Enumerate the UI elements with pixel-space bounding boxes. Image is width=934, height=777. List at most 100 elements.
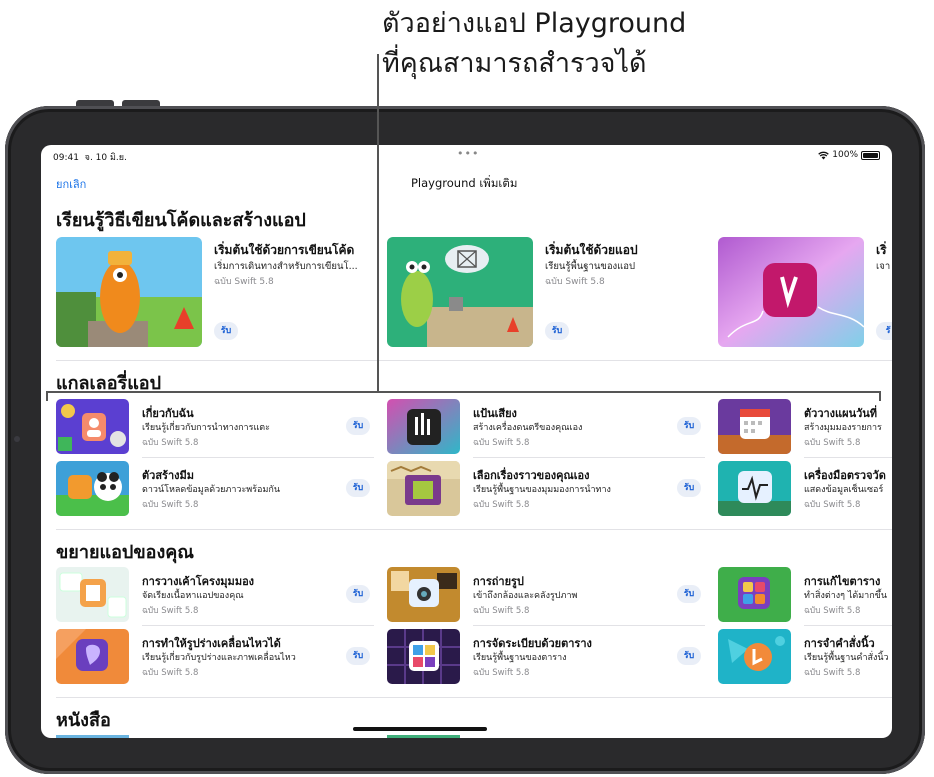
- meme-creator-thumbnail: [56, 461, 129, 516]
- item-subtitle: เริ่มการเดินทางสำหรับการเขียนโ...: [214, 261, 358, 272]
- list-item[interactable]: การถ่ายรูป เข้าถึงกล้องและคลังรูปภาพ ฉบั…: [387, 567, 705, 624]
- cancel-button[interactable]: ยกเลิก: [56, 175, 86, 193]
- item-subtitle: เจา: [876, 261, 891, 272]
- instrument-thumbnail: [718, 461, 791, 516]
- battery-percent: 100%: [832, 150, 858, 160]
- callout-bracket-end: [879, 391, 881, 401]
- item-version: ฉบับ Swift 5.8: [214, 277, 274, 287]
- item-version: ฉบับ Swift 5.8: [142, 606, 199, 616]
- list-item[interactable]: การจำคำสั่งนิ้ว เรียนรู้พื้นฐานคำสั่งนิ้…: [718, 629, 892, 686]
- row-divider: [142, 625, 374, 626]
- item-version: ฉบับ Swift 5.8: [804, 438, 861, 448]
- item-title: เริ่มต้นใช้ด้วยการเขียนโค้ด: [214, 243, 355, 257]
- taking-photos-thumbnail: [387, 567, 460, 622]
- item-version: ฉบับ Swift 5.8: [804, 668, 861, 678]
- item-subtitle: จัดเรียงเนื้อหาแอปของคุณ: [142, 591, 244, 601]
- section-title-books: หนังสือ: [56, 710, 111, 731]
- item-subtitle: เข้าถึงกล้องและคลังรูปภาพ: [473, 591, 578, 601]
- camera-dot: [14, 436, 20, 442]
- item-subtitle: สร้างเครื่องดนตรีของคุณเอง: [473, 423, 583, 433]
- item-title: เริ่: [876, 243, 887, 257]
- get-button[interactable]: รับ: [677, 585, 701, 603]
- list-item[interactable]: แป้นเสียง สร้างเครื่องดนตรีของคุณเอง ฉบั…: [387, 399, 705, 456]
- item-version: ฉบับ Swift 5.8: [473, 438, 530, 448]
- row-divider: [473, 457, 705, 458]
- list-item[interactable]: เกี่ยวกับฉัน เรียนรู้เกี่ยวกับการนำทางกา…: [56, 399, 374, 456]
- item-version: ฉบับ Swift 5.8: [473, 606, 530, 616]
- gestures-thumbnail: [718, 629, 791, 684]
- item-subtitle: เรียนรู้เกี่ยวกับรูปร่างและภาพเคลื่อนไหว: [142, 653, 296, 663]
- item-subtitle: ทำสิ่งต่างๆ ได้มากขึ้น: [804, 591, 887, 601]
- get-button[interactable]: รั: [876, 322, 892, 340]
- list-item[interactable]: การทำให้รูปร่างเคลื่อนไหวได้ เรียนรู้เกี…: [56, 629, 374, 686]
- organizing-grids-thumbnail: [387, 629, 460, 684]
- home-indicator[interactable]: [353, 727, 487, 731]
- get-button[interactable]: รับ: [677, 647, 701, 665]
- callout-bracket-end: [46, 391, 48, 401]
- list-item[interactable]: เครื่องมือตรวจวัด แสดงข้อมูลเซ็นเซอร์ ฉบ…: [718, 461, 892, 518]
- book-thumbnail-peek: [387, 735, 460, 738]
- get-button[interactable]: รับ: [346, 647, 370, 665]
- callout-line-2: ที่คุณสามารถสำรวจได้: [382, 48, 647, 79]
- item-version: ฉบับ Swift 5.8: [804, 500, 861, 510]
- featured-item[interactable]: เริ่มต้นใช้ด้วยแอป เรียนรู้พื้นฐานของแอป…: [387, 237, 697, 347]
- section-divider: [56, 697, 892, 698]
- row-divider: [804, 457, 892, 458]
- callout-leader-line: [377, 54, 379, 392]
- item-version: ฉบับ Swift 5.8: [473, 668, 530, 678]
- item-version: ฉบับ Swift 5.8: [473, 500, 530, 510]
- section-title-extend: ขยายแอปของคุณ: [56, 542, 194, 563]
- get-started-apps-thumbnail: [387, 237, 533, 347]
- item-title: เริ่มต้นใช้ด้วยแอป: [545, 243, 638, 257]
- get-button[interactable]: รับ: [677, 479, 701, 497]
- grid-editing-thumbnail: [718, 567, 791, 622]
- section-divider: [56, 529, 892, 530]
- callout-bracket-line: [46, 391, 880, 393]
- about-me-thumbnail: [56, 399, 129, 454]
- item-version: ฉบับ Swift 5.8: [142, 500, 199, 510]
- list-item[interactable]: ตัวสร้างมีม ดาวน์โหลดข้อมูลด้วยภาวะพร้อม…: [56, 461, 374, 518]
- get-button[interactable]: รับ: [545, 322, 569, 340]
- get-button[interactable]: รับ: [677, 417, 701, 435]
- list-item[interactable]: เลือกเรื่องราวของคุณเอง เรียนรู้พื้นฐานข…: [387, 461, 705, 518]
- item-version: ฉบับ Swift 5.8: [804, 606, 861, 616]
- item-version: ฉบับ Swift 5.8: [545, 277, 605, 287]
- section-title-gallery: แกลเลอรี่แอป: [56, 373, 162, 394]
- callout-line-1: ตัวอย่างแอป Playground: [382, 8, 687, 39]
- item-subtitle: สร้างมุมมองรายการ: [804, 423, 882, 433]
- get-button[interactable]: รับ: [214, 322, 238, 340]
- status-time: 09:41 จ. 10 มิ.ย.: [53, 153, 127, 163]
- featured-item[interactable]: เริ่ เจา รั: [718, 237, 892, 347]
- view-layout-thumbnail: [56, 567, 129, 622]
- list-item[interactable]: ตัววางแผนวันที่ สร้างมุมมองรายการ ฉบับ S…: [718, 399, 892, 456]
- row-divider: [804, 625, 892, 626]
- battery-icon: [861, 150, 880, 160]
- list-item[interactable]: การจัดระเบียบด้วยตาราง เรียนรู้พื้นฐานขอ…: [387, 629, 705, 686]
- get-button[interactable]: รับ: [346, 479, 370, 497]
- get-button[interactable]: รับ: [346, 585, 370, 603]
- row-divider: [142, 457, 374, 458]
- ipad-screen: 09:41 จ. 10 มิ.ย. ••• 100% ยกเลิก Playgr…: [41, 145, 892, 738]
- callout-label: ตัวอย่างแอป Playground ที่คุณสามารถสำรวจ…: [382, 4, 686, 84]
- wifi-icon: [818, 151, 830, 159]
- get-button[interactable]: รับ: [346, 417, 370, 435]
- item-version: ฉบับ Swift 5.8: [142, 668, 199, 678]
- animating-shapes-thumbnail: [56, 629, 129, 684]
- keyboard-sound-thumbnail: [387, 399, 460, 454]
- book-thumbnail-peek: [56, 735, 129, 738]
- featured-thumbnail: [718, 237, 864, 347]
- list-item[interactable]: การแก้ไขตาราง ทำสิ่งต่างๆ ได้มากขึ้น ฉบั…: [718, 567, 892, 624]
- item-subtitle: เรียนรู้พื้นฐานของมุมมองการนำทาง: [473, 485, 611, 495]
- choose-your-story-thumbnail: [387, 461, 460, 516]
- date-planner-thumbnail: [718, 399, 791, 454]
- item-subtitle: เรียนรู้พื้นฐานของตาราง: [473, 653, 567, 663]
- featured-item[interactable]: เริ่มต้นใช้ด้วยการเขียนโค้ด เริ่มการเดิน…: [56, 237, 366, 347]
- item-subtitle: แสดงข้อมูลเซ็นเซอร์: [804, 485, 884, 495]
- list-item[interactable]: การวางเค้าโครงมุมมอง จัดเรียงเนื้อหาแอปข…: [56, 567, 374, 624]
- item-subtitle: เรียนรู้เกี่ยวกับการนำทางการแตะ: [142, 423, 270, 433]
- item-subtitle: ดาวน์โหลดข้อมูลด้วยภาวะพร้อมกัน: [142, 485, 280, 495]
- item-version: ฉบับ Swift 5.8: [142, 438, 199, 448]
- get-started-coding-thumbnail: [56, 237, 202, 347]
- item-subtitle: เรียนรู้พื้นฐานคำสั่งนิ้ว: [804, 653, 889, 663]
- multitasking-dots-icon[interactable]: •••: [457, 147, 479, 160]
